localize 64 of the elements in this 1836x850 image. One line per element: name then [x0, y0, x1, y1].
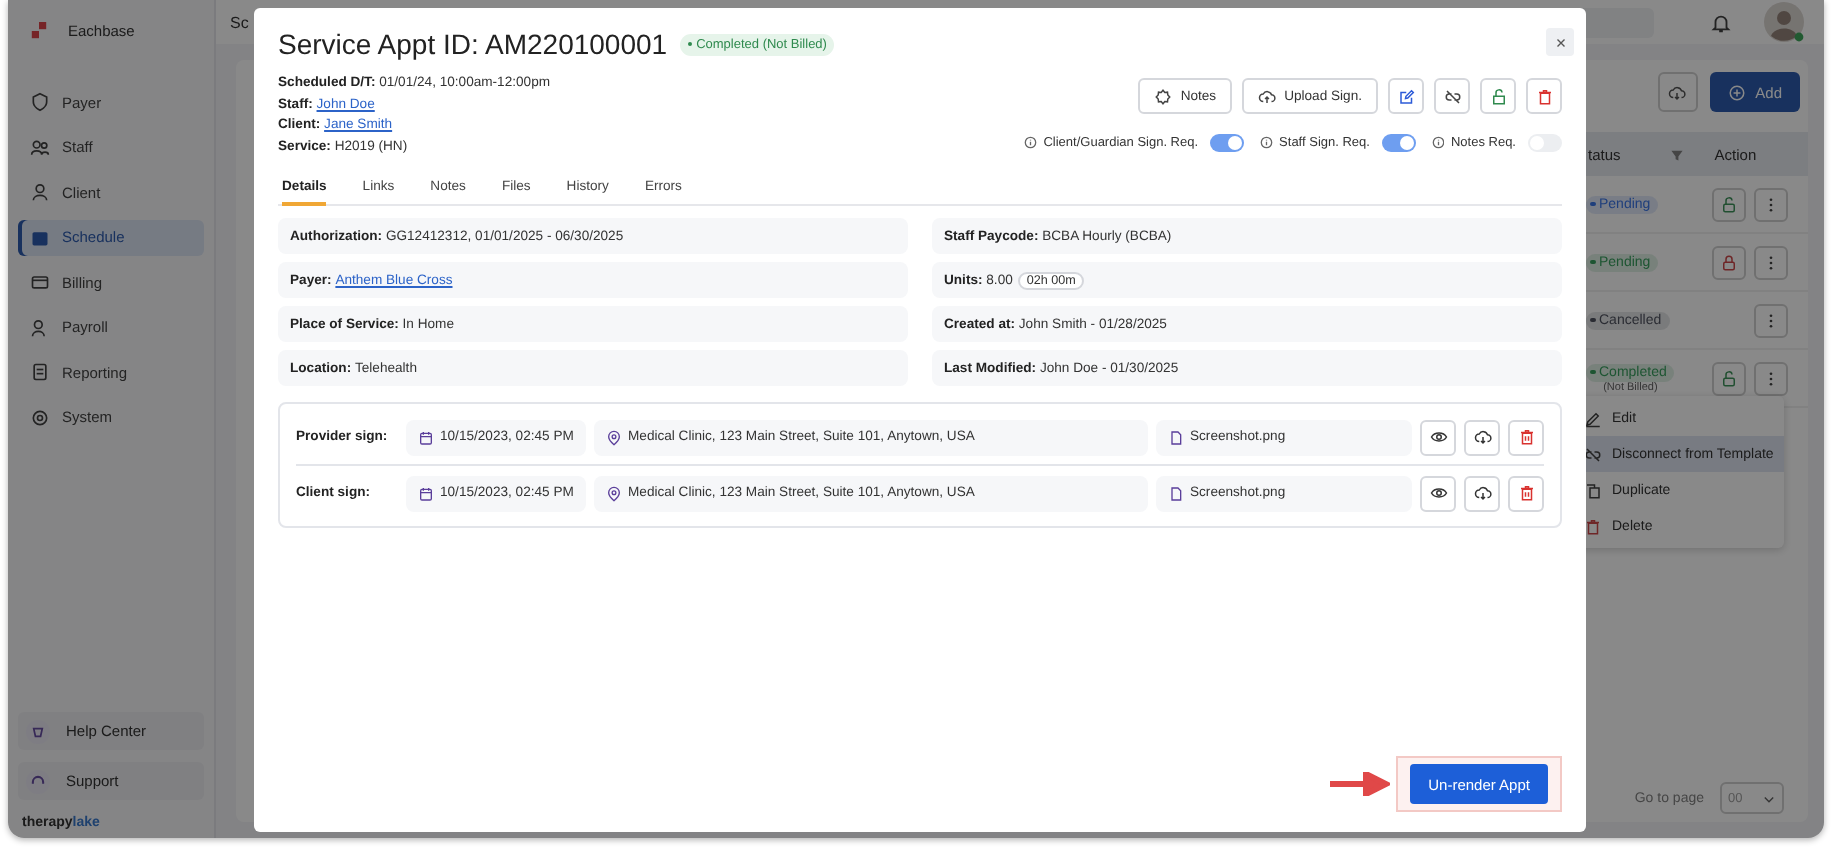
staff-icon: [30, 137, 50, 157]
close-button[interactable]: [1546, 28, 1574, 56]
open-padlock-icon: [1720, 195, 1738, 213]
payer-icon: [30, 92, 50, 112]
billing-icon: [30, 272, 50, 292]
unlock-button[interactable]: [1480, 78, 1516, 114]
reporting-icon: [30, 362, 50, 382]
logo-icon: [30, 21, 48, 39]
unlock-button[interactable]: [1712, 361, 1746, 395]
view-button[interactable]: [1420, 419, 1456, 455]
toggle-switch[interactable]: [1381, 134, 1416, 152]
chevron-down-icon: [1762, 791, 1776, 805]
bell-icon[interactable]: [1710, 11, 1732, 33]
client-icon: [30, 182, 50, 202]
download-button[interactable]: [1464, 419, 1500, 455]
unlock-button[interactable]: [1712, 187, 1746, 221]
open-padlock-icon: [1489, 87, 1507, 105]
trash-icon: [1584, 517, 1602, 535]
file-icon: [1168, 485, 1184, 501]
badge-icon: [1154, 87, 1173, 105]
cloud-download-icon: [1473, 484, 1491, 502]
file-icon: [1168, 429, 1184, 445]
calendar-icon: [418, 485, 434, 501]
cloud-download-icon: [1473, 428, 1491, 446]
eye-icon: [1429, 428, 1447, 446]
location-pin-icon: [606, 429, 622, 445]
cloud-upload-icon: [1258, 87, 1277, 105]
view-button[interactable]: [1420, 475, 1456, 511]
pencil-icon: [1584, 409, 1602, 427]
system-icon: [30, 407, 50, 427]
delete-button[interactable]: [1508, 475, 1544, 511]
lock-button[interactable]: [1712, 245, 1746, 279]
trash-icon: [1535, 87, 1553, 105]
edit-icon: [1397, 87, 1415, 105]
dialog-title: Service Appt ID: AM220100001: [278, 28, 668, 60]
edit-button[interactable]: [1388, 78, 1424, 114]
eye-icon: [1429, 484, 1447, 502]
open-padlock-icon: [1720, 369, 1738, 387]
cloud-button[interactable]: [1657, 72, 1698, 112]
filter-icon[interactable]: [1670, 147, 1685, 161]
trash-icon: [1517, 428, 1535, 446]
info-icon: [1431, 136, 1445, 150]
delete-button[interactable]: [1508, 419, 1544, 455]
info-icon: [1024, 136, 1038, 150]
payroll-icon: [30, 317, 50, 337]
padlock-icon: [1720, 253, 1738, 271]
plus-icon: [1727, 83, 1746, 101]
unlink-icon: [1584, 445, 1602, 463]
download-button[interactable]: [1464, 475, 1500, 511]
unlink-button[interactable]: [1434, 78, 1470, 114]
info-icon: [1260, 136, 1274, 150]
trash-icon: [1517, 484, 1535, 502]
cloud-download-icon: [1668, 83, 1687, 101]
calendar-icon: [418, 429, 434, 445]
avatar[interactable]: [1764, 2, 1804, 42]
delete-button[interactable]: [1526, 78, 1562, 114]
unlink-icon: [1443, 87, 1461, 105]
close-icon: [1553, 35, 1567, 49]
toggle-switch[interactable]: [1210, 134, 1245, 152]
schedule-icon: [30, 227, 50, 247]
page-title: Sc: [230, 13, 249, 31]
arrow-icon: [1330, 771, 1391, 796]
copy-icon: [1584, 481, 1602, 499]
location-pin-icon: [606, 485, 622, 501]
